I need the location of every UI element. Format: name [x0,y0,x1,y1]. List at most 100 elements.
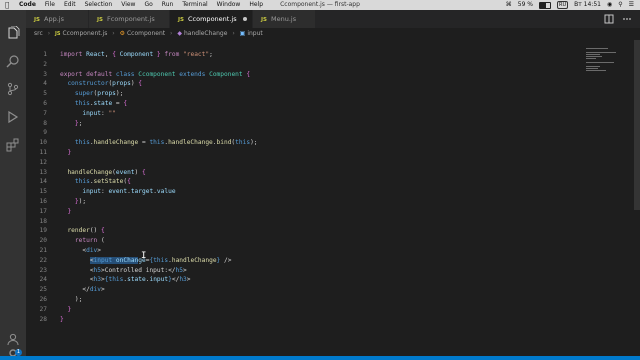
minimap-line [586,48,608,49]
menu-terminal[interactable]: Terminal [182,0,207,10]
js-file-icon: JS [55,31,61,37]
spotlight-icon[interactable]: ⚲ [618,0,622,10]
line-code: <div> [82,247,102,254]
menu-run[interactable]: Run [162,0,174,10]
line-number: 5 [43,90,47,98]
line-number: 12 [39,158,47,166]
code-line: 11 } [26,148,582,158]
menu-file[interactable]: File [45,0,55,10]
line-code: input: "" [82,109,116,117]
line-number: 13 [39,168,47,176]
line-number: 4 [43,80,47,88]
battery-percent[interactable]: 59 % [518,0,533,10]
more-actions-icon[interactable] [622,14,632,24]
breadcrumb-file[interactable]: Ccomponent.js [62,30,107,37]
line-number: 17 [39,207,47,215]
line-code: render() { [67,227,105,235]
code-editor[interactable]: 1 import React, { Component } from "react… [26,40,582,356]
clock[interactable]: Вт 14:51 [574,0,601,10]
line-code: <h3>{this.state.input}</h3> [89,276,191,284]
chevron-right-icon: › [47,30,51,37]
line-number: 14 [39,178,47,186]
tab-fcomponent-js[interactable]: JS Fcomponent.js [89,10,170,28]
line-code: this.state = { [74,100,128,107]
line-code: handleChange(event) { [67,168,146,176]
explorer-icon[interactable] [6,26,20,40]
line-number: 8 [43,119,47,127]
tab-app-js[interactable]: JS App.js [26,10,89,28]
js-file-icon: JS [261,17,268,23]
menu-help[interactable]: Help [249,0,263,10]
keyboard-layout[interactable]: RU [557,1,569,9]
run-debug-icon[interactable] [6,110,20,124]
code-line: 21 <div> [26,246,582,256]
menu-view[interactable]: View [121,0,135,10]
js-file-icon: JS [34,17,41,23]
notification-center-icon[interactable]: ☰ [629,0,634,10]
scrollbar-thumb[interactable] [634,40,640,210]
menu-selection[interactable]: Selection [85,0,113,10]
breadcrumb-folder[interactable]: src [34,30,43,37]
line-number: 24 [39,276,47,284]
line-number: 23 [39,266,47,274]
source-control-icon[interactable] [6,82,20,96]
code-line: 10 this.handleChange = this.handleChange… [26,138,582,148]
line-code: <h5>Controlled input:</h5> [89,266,187,274]
line-code: } [67,305,72,313]
wifi-icon[interactable]: ⌘ [506,0,512,10]
line-number: 2 [43,60,47,68]
line-number: 27 [39,305,47,313]
code-line: 26 ); [26,295,582,305]
unsaved-dot-icon[interactable] [242,17,247,21]
code-line: 3 export default class Ccomponent extends… [26,70,582,80]
editor-actions [604,14,632,24]
menu-edit[interactable]: Edit [64,0,76,10]
chevron-right-icon: › [232,30,235,37]
battery-icon[interactable] [539,1,551,9]
line-code: ); [60,296,83,303]
variable-symbol-icon: ▣ [239,30,246,37]
line-code: this.setState({ [74,178,131,186]
minimap[interactable] [582,40,640,356]
minimap-line [586,68,598,69]
code-line: 13 handleChange(event) { [26,168,582,178]
line-code: this.handleChange = this.handleChange.bi… [74,139,258,147]
line-code: super(props); [74,90,124,98]
extensions-icon[interactable] [6,138,20,152]
menu-extras: ⌘ 59 % RU Вт 14:51 ◉ ⚲ ☰ [506,0,634,10]
code-line: 14 this.setState({ [26,177,582,187]
accounts-icon[interactable] [6,332,20,346]
tab-ccomponent-js[interactable]: JS Ccomponent.js [170,10,253,28]
line-code: }); [74,198,87,205]
split-editor-icon[interactable] [604,14,614,24]
app-menu: Code File Edit Selection View Go Run Ter… [19,0,272,10]
code-line: 28} [26,315,582,325]
menu-go[interactable]: Go [144,0,152,10]
code-line: 15 input: event.target.value [26,187,582,197]
line-code: constructor(props) { [67,80,142,88]
minimap-line [586,66,600,67]
tab-label: App.js [44,15,64,23]
line-number: 26 [39,296,47,303]
code-line: 22 <input onChange={this.handleChange} /… [26,256,582,266]
user-icon[interactable]: ◉ [607,0,612,10]
code-line: 27 } [26,305,582,315]
line-number: 16 [39,198,47,205]
line-number: 11 [39,149,47,156]
apple-icon[interactable]:  [5,0,9,10]
breadcrumb-class[interactable]: Ccomponent [127,30,165,37]
breadcrumb-variable[interactable]: input [247,30,262,37]
line-number: 25 [39,286,47,294]
minimap-line [586,58,596,59]
code-line: 2 [26,60,582,70]
code-line: 7 input: "" [26,109,582,119]
menu-app-name[interactable]: Code [19,0,36,10]
code-line: 17 } [26,207,582,217]
line-code: </div> [82,286,105,294]
menu-window[interactable]: Window [217,0,241,10]
breadcrumb-method[interactable]: handleChange [184,30,227,37]
tab-menu-js[interactable]: JS Menu.js [253,10,316,28]
minimap-line [586,70,606,71]
search-icon[interactable] [6,54,20,68]
code-line: 12 [26,158,582,168]
